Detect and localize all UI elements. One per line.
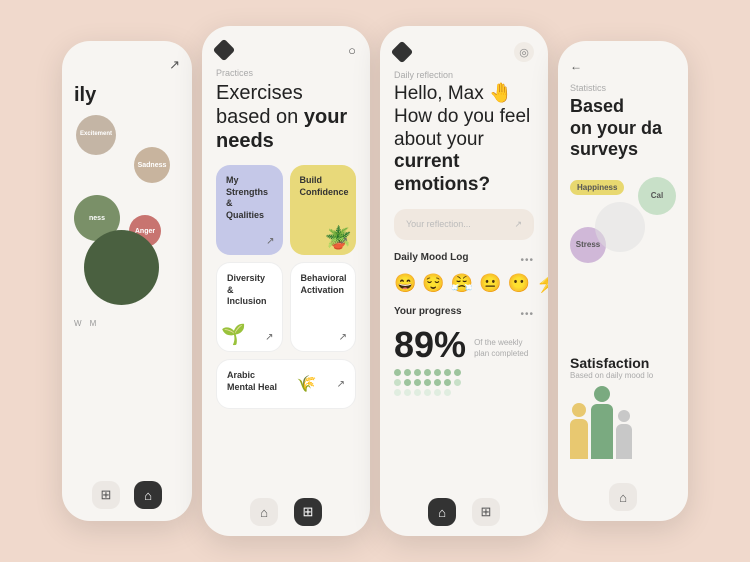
progress-header: Your progress ••• [394, 306, 534, 323]
back-button[interactable]: ← [570, 59, 582, 73]
greeting-title: Hello, Max 🤚How do you feelabout your cu… [394, 83, 534, 197]
mood-menu[interactable]: ••• [520, 255, 534, 266]
week-indicators: W M [74, 319, 180, 328]
mood-blank[interactable]: 😶 [508, 273, 530, 294]
logo-icon [213, 39, 236, 62]
strengths-card[interactable]: My Strengths& Qualities ↗ [216, 165, 283, 255]
diversity-illustration: 🌱 [221, 322, 246, 347]
strengths-title: My Strengths& Qualities [226, 175, 273, 222]
satisfaction-section: Satisfaction Based on daily mood lo [570, 355, 676, 459]
mood-neutral[interactable]: 😐 [479, 273, 501, 294]
phone-exercises: ○ Practices Exercisesbased on yourneeds … [202, 26, 370, 536]
arabic-illustration: 🌾 [297, 374, 317, 394]
stats-labels: Happiness Cal Stress [570, 167, 676, 347]
person-2 [591, 386, 613, 459]
mood-happy[interactable]: 😄 [394, 273, 416, 294]
bottom-nav-4: ⌂ [558, 483, 688, 511]
behavioral-title: BehavioralActivation [301, 273, 346, 296]
daily-title: ily [74, 83, 180, 107]
reflection-label: Daily reflection [394, 70, 534, 80]
phone-statistics: ← Statistics Basedon your dasurveys Happ… [558, 41, 688, 521]
week-w: W [74, 319, 82, 328]
home-icon-btn[interactable]: ⌂ [250, 498, 278, 526]
cards-grid: My Strengths& Qualities ↗ BuildConfidenc… [216, 165, 356, 352]
behavioral-arrow: ↗ [339, 332, 347, 343]
logo-icon-3 [391, 41, 414, 64]
progress-title: Your progress [394, 306, 462, 317]
happiness-label: Happiness [570, 180, 624, 195]
phone4-header: ← [570, 57, 676, 75]
week-m: M [90, 319, 97, 328]
person-1 [570, 403, 588, 459]
satisfaction-sub: Based on daily mood lo [570, 371, 676, 380]
diversity-title: Diversity& Inclusion [227, 273, 272, 308]
home-nav-3[interactable]: ⌂ [428, 498, 456, 526]
progress-section: Your progress ••• 89% Of the weeklyplan … [394, 306, 534, 396]
reflection-arrow: ↗ [514, 219, 522, 230]
practices-label: Practices [216, 68, 356, 78]
sadness-bubble: Sadness [134, 147, 170, 183]
confidence-card[interactable]: BuildConfidence 🪴 ↗ [290, 165, 357, 255]
phone2-header: ○ [216, 42, 356, 58]
person-3 [616, 410, 632, 459]
phone3-header: ◎ [394, 42, 534, 62]
mood-calm[interactable]: 😌 [422, 273, 444, 294]
bubble-chart: Excitement Sadness ness Anger [74, 115, 180, 315]
reflection-input[interactable]: Your reflection... ↗ [394, 209, 534, 240]
arabic-arrow: ↗ [337, 379, 345, 390]
diversity-arrow: ↗ [265, 332, 273, 343]
home-nav-4[interactable]: ⌂ [609, 483, 637, 511]
people-illustration [570, 386, 676, 459]
search-icon[interactable]: ○ [348, 43, 356, 58]
phone1-header: ↗ [74, 57, 180, 73]
arabic-title: ArabicMental Heal [227, 370, 277, 393]
app-container: ↗ ily Excitement Sadness ness Anger [52, 0, 698, 562]
statistics-label: Statistics [570, 83, 676, 93]
progress-percent: 89% [394, 327, 466, 363]
progress-dots [394, 369, 464, 396]
mood-energy[interactable]: ⚡ [536, 273, 548, 294]
strengths-arrow: ↗ [266, 236, 274, 247]
excitement-bubble: Excitement [76, 115, 116, 155]
mood-log-header: Daily Mood Log ••• [394, 252, 534, 269]
confidence-title: BuildConfidence [300, 175, 347, 198]
bottom-nav-1: ⊞ ⌂ [62, 481, 192, 509]
chart-icon: ↗ [169, 57, 180, 73]
progress-desc: Of the weeklyplan completed [474, 338, 528, 359]
grid-icon-btn[interactable]: ⊞ [294, 498, 322, 526]
behavioral-card[interactable]: BehavioralActivation ↗ [290, 262, 357, 352]
diversity-card[interactable]: Diversity& Inclusion 🌱 ↗ [216, 262, 283, 352]
grid-nav-3[interactable]: ⊞ [472, 498, 500, 526]
grid-nav-btn[interactable]: ⊞ [92, 481, 120, 509]
gray-bubble [595, 202, 645, 252]
bottom-nav-2: ⌂ ⊞ [202, 498, 370, 526]
arabic-card[interactable]: ArabicMental Heal 🌾 ↗ [216, 359, 356, 409]
confidence-arrow: ↗ [340, 236, 348, 247]
statistics-title: Basedon your dasurveys [570, 96, 676, 161]
target-icon: ◎ [514, 42, 534, 62]
phone-daily: ↗ ily Excitement Sadness ness Anger [62, 41, 192, 521]
mood-log-title: Daily Mood Log [394, 252, 468, 263]
progress-menu[interactable]: ••• [520, 309, 534, 320]
satisfaction-title: Satisfaction [570, 355, 676, 371]
home-nav-btn[interactable]: ⌂ [134, 481, 162, 509]
large-green-bubble [84, 230, 159, 305]
mood-angry[interactable]: 😤 [451, 273, 473, 294]
exercises-title: Exercisesbased on yourneeds [216, 81, 356, 153]
reflection-placeholder: Your reflection... [406, 219, 471, 229]
phone-reflection: ◎ Daily reflection Hello, Max 🤚How do yo… [380, 26, 548, 536]
bottom-nav-3: ⌂ ⊞ [380, 498, 548, 526]
mood-row: 😄 😌 😤 😐 😶 ⚡ [394, 273, 534, 294]
